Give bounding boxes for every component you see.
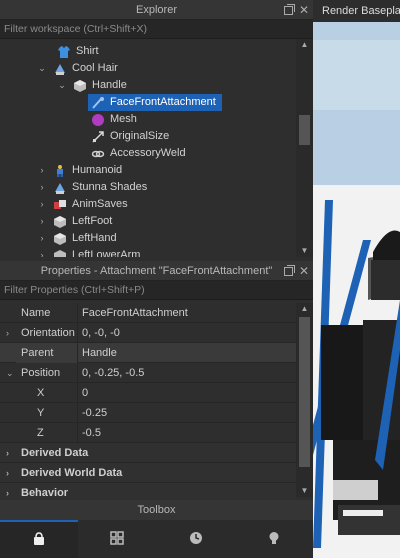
property-value[interactable]: 0, -0, -0 — [82, 323, 120, 343]
chevron-down-icon[interactable]: ⌄ — [57, 77, 67, 94]
weld-icon — [91, 147, 105, 161]
property-value[interactable]: 0 — [82, 383, 88, 403]
tree-item-accessory-weld[interactable]: AccessoryWeld — [91, 145, 186, 162]
tab-ideas[interactable] — [235, 520, 313, 558]
chevron-down-icon[interactable]: ⌄ — [6, 363, 14, 383]
toolbox-title-bar: Toolbox — [0, 500, 313, 520]
scroll-thumb[interactable] — [299, 317, 310, 467]
explorer-scrollbar[interactable]: ▲ ▼ — [296, 39, 313, 257]
part-icon — [53, 215, 67, 229]
tree-item-mesh[interactable]: Mesh — [91, 111, 137, 128]
scroll-down-icon[interactable]: ▼ — [296, 245, 313, 257]
accessory-icon — [53, 181, 67, 195]
clock-icon — [189, 531, 203, 548]
close-icon[interactable]: ✕ — [299, 4, 309, 16]
attachment-icon — [91, 96, 105, 110]
tree-item-face-front-attachment[interactable]: FaceFrontAttachment — [88, 94, 222, 111]
toolbox-title: Toolbox — [137, 504, 176, 516]
part-icon — [53, 249, 67, 257]
property-row-parent[interactable]: Parent Handle — [0, 343, 296, 363]
chevron-right-icon[interactable]: › — [37, 247, 47, 257]
chevron-right-icon[interactable]: › — [37, 230, 47, 247]
bulb-icon — [267, 531, 281, 548]
chevron-right-icon[interactable]: › — [37, 162, 47, 179]
part-icon — [53, 232, 67, 246]
scroll-up-icon[interactable]: ▲ — [296, 303, 313, 315]
accessory-icon — [53, 62, 67, 76]
scroll-up-icon[interactable]: ▲ — [296, 39, 313, 51]
explorer-title: Explorer — [136, 4, 177, 16]
tab-render-baseplate[interactable]: Render Baseplate — [313, 0, 400, 22]
grid-icon — [110, 530, 125, 548]
humanoid-icon — [53, 164, 67, 178]
tree-item-stunna-shades[interactable]: › Stunna Shades — [37, 179, 147, 196]
section-derived-data[interactable]: › Derived Data — [0, 443, 296, 463]
explorer-tree: Shirt ⌄ Cool Hair ⌄ Handle FaceFrontAtta… — [0, 39, 296, 257]
tab-recent[interactable] — [157, 520, 235, 558]
value-icon — [91, 130, 105, 144]
tab-inventory[interactable] — [0, 520, 79, 558]
model-icon — [53, 198, 67, 212]
chevron-right-icon[interactable]: › — [37, 179, 47, 196]
properties-filter-input[interactable]: Filter Properties (Ctrl+Shift+P) — [0, 281, 313, 300]
section-derived-world-data[interactable]: › Derived World Data — [0, 463, 296, 483]
property-row-orientation[interactable]: › Orientation 0, -0, -0 — [0, 323, 296, 343]
float-icon[interactable] — [283, 264, 295, 276]
close-icon[interactable]: ✕ — [299, 265, 309, 277]
tree-item-left-lower-arm[interactable]: › LeftLowerArm — [37, 247, 140, 257]
property-value[interactable]: Handle — [82, 343, 117, 363]
shirt-icon — [57, 45, 71, 59]
bag-icon — [32, 531, 46, 549]
scroll-down-icon[interactable]: ▼ — [296, 485, 313, 497]
viewport[interactable]: Render Baseplate — [313, 0, 400, 558]
tab-grid[interactable] — [78, 520, 156, 558]
tree-item-shirt[interactable]: Shirt — [57, 43, 99, 60]
tree-item-anim-saves[interactable]: › AnimSaves — [37, 196, 128, 213]
explorer-title-bar: Explorer ✕ — [0, 0, 313, 20]
chevron-down-icon[interactable]: ⌄ — [37, 60, 47, 77]
mesh-icon — [91, 113, 105, 127]
chevron-right-icon[interactable]: › — [37, 213, 47, 230]
properties-scrollbar[interactable]: ▲ ▼ — [296, 303, 313, 497]
property-value[interactable]: FaceFrontAttachment — [82, 303, 188, 323]
property-row-z[interactable]: Z -0.5 — [0, 423, 296, 443]
property-row-name[interactable]: Name FaceFrontAttachment — [0, 303, 296, 323]
chevron-right-icon[interactable]: › — [37, 196, 47, 213]
tree-item-cool-hair[interactable]: ⌄ Cool Hair — [37, 60, 118, 77]
tree-item-left-foot[interactable]: › LeftFoot — [37, 213, 112, 230]
chevron-right-icon[interactable]: › — [6, 463, 9, 483]
scroll-thumb[interactable] — [299, 115, 310, 145]
tree-item-handle[interactable]: ⌄ Handle — [57, 77, 127, 94]
chevron-right-icon[interactable]: › — [6, 323, 9, 343]
tree-item-left-hand[interactable]: › LeftHand — [37, 230, 117, 247]
property-row-y[interactable]: Y -0.25 — [0, 403, 296, 423]
property-row-x[interactable]: X 0 — [0, 383, 296, 403]
property-value[interactable]: -0.5 — [82, 423, 101, 443]
property-value[interactable]: 0, -0.25, -0.5 — [82, 363, 144, 383]
properties-title: Properties - Attachment "FaceFrontAttach… — [40, 265, 273, 277]
property-row-position[interactable]: ⌄ Position 0, -0.25, -0.5 — [0, 363, 296, 383]
part-icon — [73, 79, 87, 93]
toolbox-tabs — [0, 520, 313, 558]
studio-left-panels: Explorer ✕ Filter workspace (Ctrl+Shift+… — [0, 0, 313, 558]
tree-item-original-size[interactable]: OriginalSize — [91, 128, 169, 145]
float-icon[interactable] — [283, 3, 295, 15]
viewport-scene — [313, 0, 400, 558]
tree-item-humanoid[interactable]: › Humanoid — [37, 162, 122, 179]
properties-title-bar: Properties - Attachment "FaceFrontAttach… — [0, 261, 313, 281]
property-value[interactable]: -0.25 — [82, 403, 107, 423]
chevron-right-icon[interactable]: › — [6, 443, 9, 463]
explorer-filter-input[interactable]: Filter workspace (Ctrl+Shift+X) — [0, 20, 313, 39]
